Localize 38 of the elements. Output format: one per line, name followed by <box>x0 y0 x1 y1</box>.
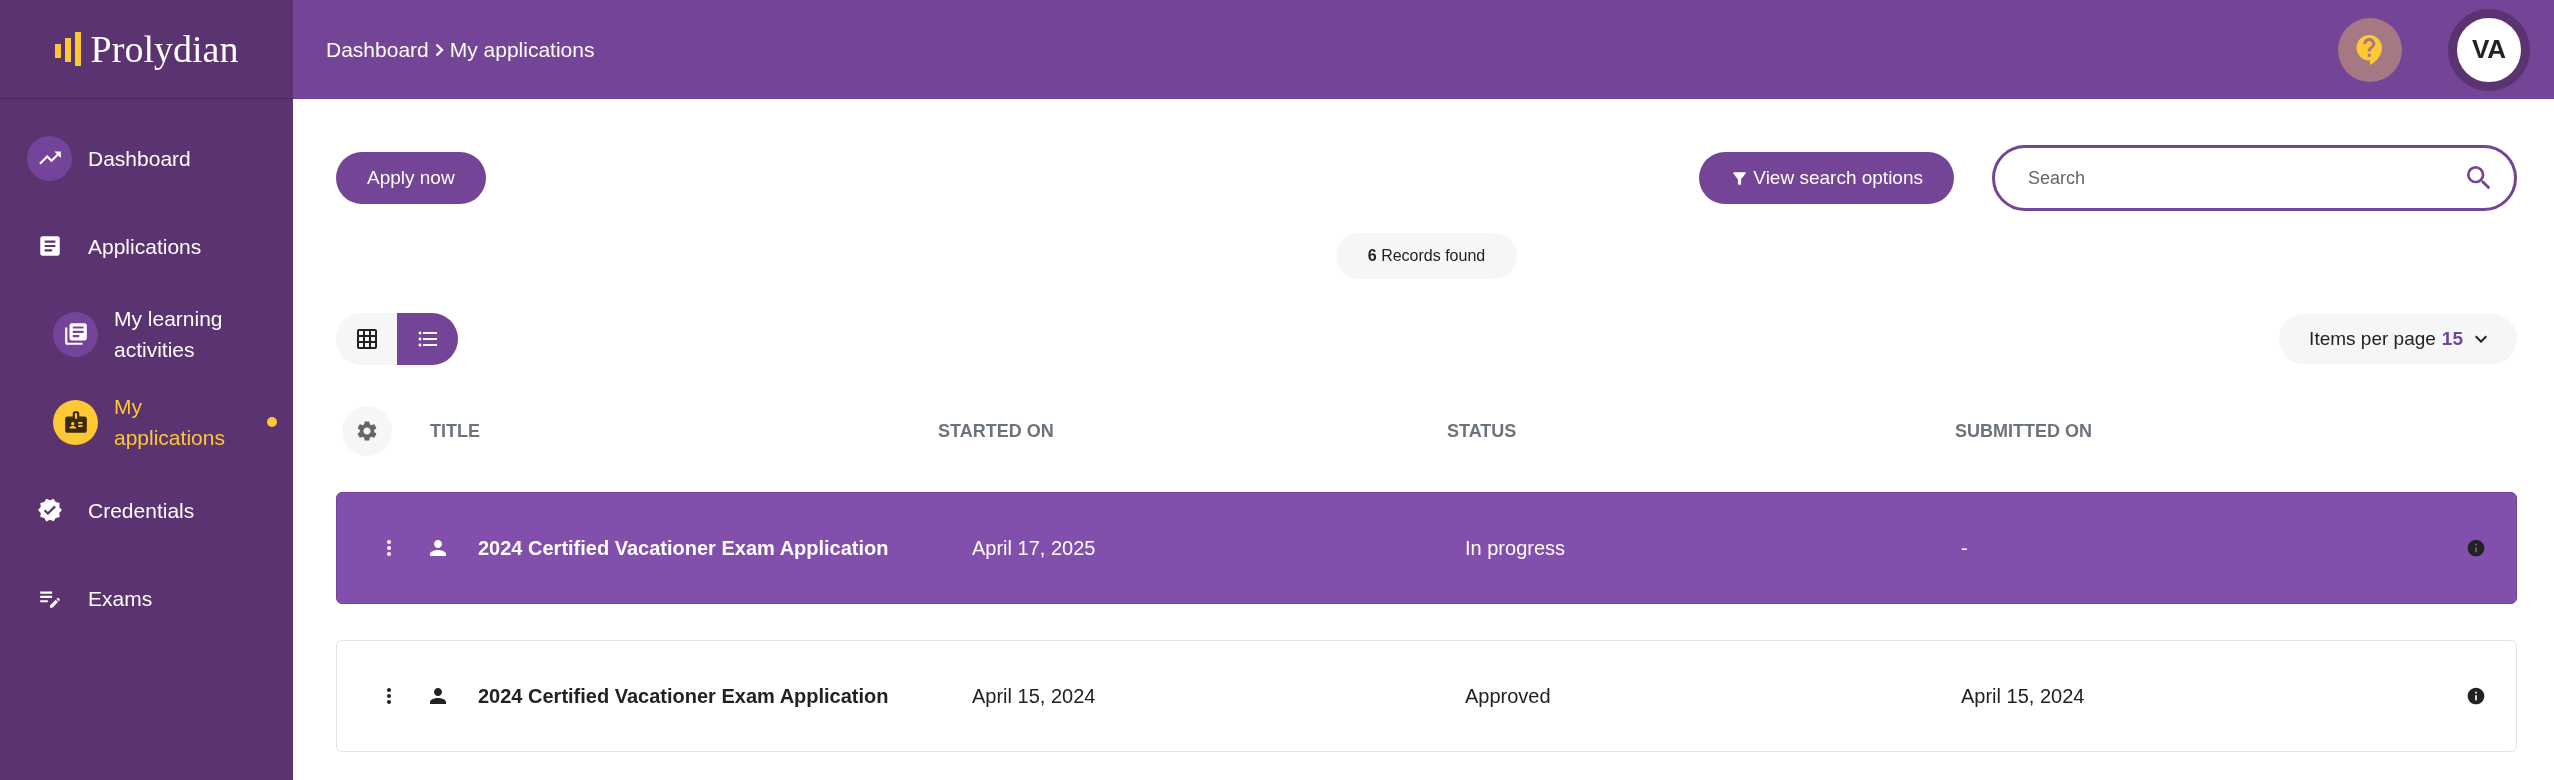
application-row[interactable]: 2024 Certified Vacationer Exam Application April 15, 2024 Approved April 15, 2024 <box>336 640 2517 752</box>
search-options-button[interactable]: View search options <box>1699 152 1954 204</box>
items-per-page-dropdown[interactable]: Items per page 15 <box>2279 314 2517 364</box>
table-cell-text: April 15, 2024 <box>972 684 1097 708</box>
table-cell-text: In progress <box>1465 536 1567 560</box>
column-header: STARTED ON <box>938 420 1055 442</box>
apply-button[interactable]: Apply now <box>336 152 486 204</box>
logo-text: Prolydian <box>90 27 239 71</box>
id-badge-icon <box>62 409 89 435</box>
title-cell-text: 2024 Certified Vacationer Exam Application <box>478 536 890 560</box>
breadcrumb-link[interactable]: Dashboard <box>326 37 429 62</box>
table-cell-text: April 17, 2025 <box>972 536 1097 560</box>
table-cell-text: - <box>1961 536 1969 560</box>
nav-item[interactable]: My applications <box>0 383 293 461</box>
user-avatar[interactable]: VA <box>2448 8 2530 91</box>
nav-item[interactable]: My learning activities <box>0 295 293 373</box>
nav-item[interactable]: Exams <box>0 559 293 637</box>
column-header: STATUS <box>1447 420 1518 442</box>
breadcrumb-link[interactable]: My applications <box>449 37 595 62</box>
chevron-icon <box>434 42 444 57</box>
verified-badge-icon <box>36 497 63 523</box>
settings-button[interactable] <box>342 406 392 456</box>
info-icon[interactable] <box>2466 686 2486 706</box>
settings-icon <box>355 419 379 443</box>
search-field[interactable]: Search <box>1992 145 2517 211</box>
table-cell-text: Approved <box>1465 684 1552 708</box>
column-header: TITLE <box>430 420 481 442</box>
grid-icon <box>354 327 379 351</box>
books-icon <box>62 321 89 347</box>
title-cell-text: 2024 Certified Vacationer Exam Application <box>478 684 890 708</box>
nav-item[interactable]: Applications <box>0 207 293 285</box>
records-found: 6 Records found <box>1335 233 1518 279</box>
table-cell-text: April 15, 2024 <box>1961 684 2086 708</box>
column-header: SUBMITTED ON <box>1955 420 2093 442</box>
active-dot <box>267 417 277 427</box>
nav-item[interactable]: Dashboard <box>0 119 293 197</box>
list-view-button[interactable] <box>397 313 458 365</box>
nav-item[interactable]: Credentials <box>0 471 293 549</box>
